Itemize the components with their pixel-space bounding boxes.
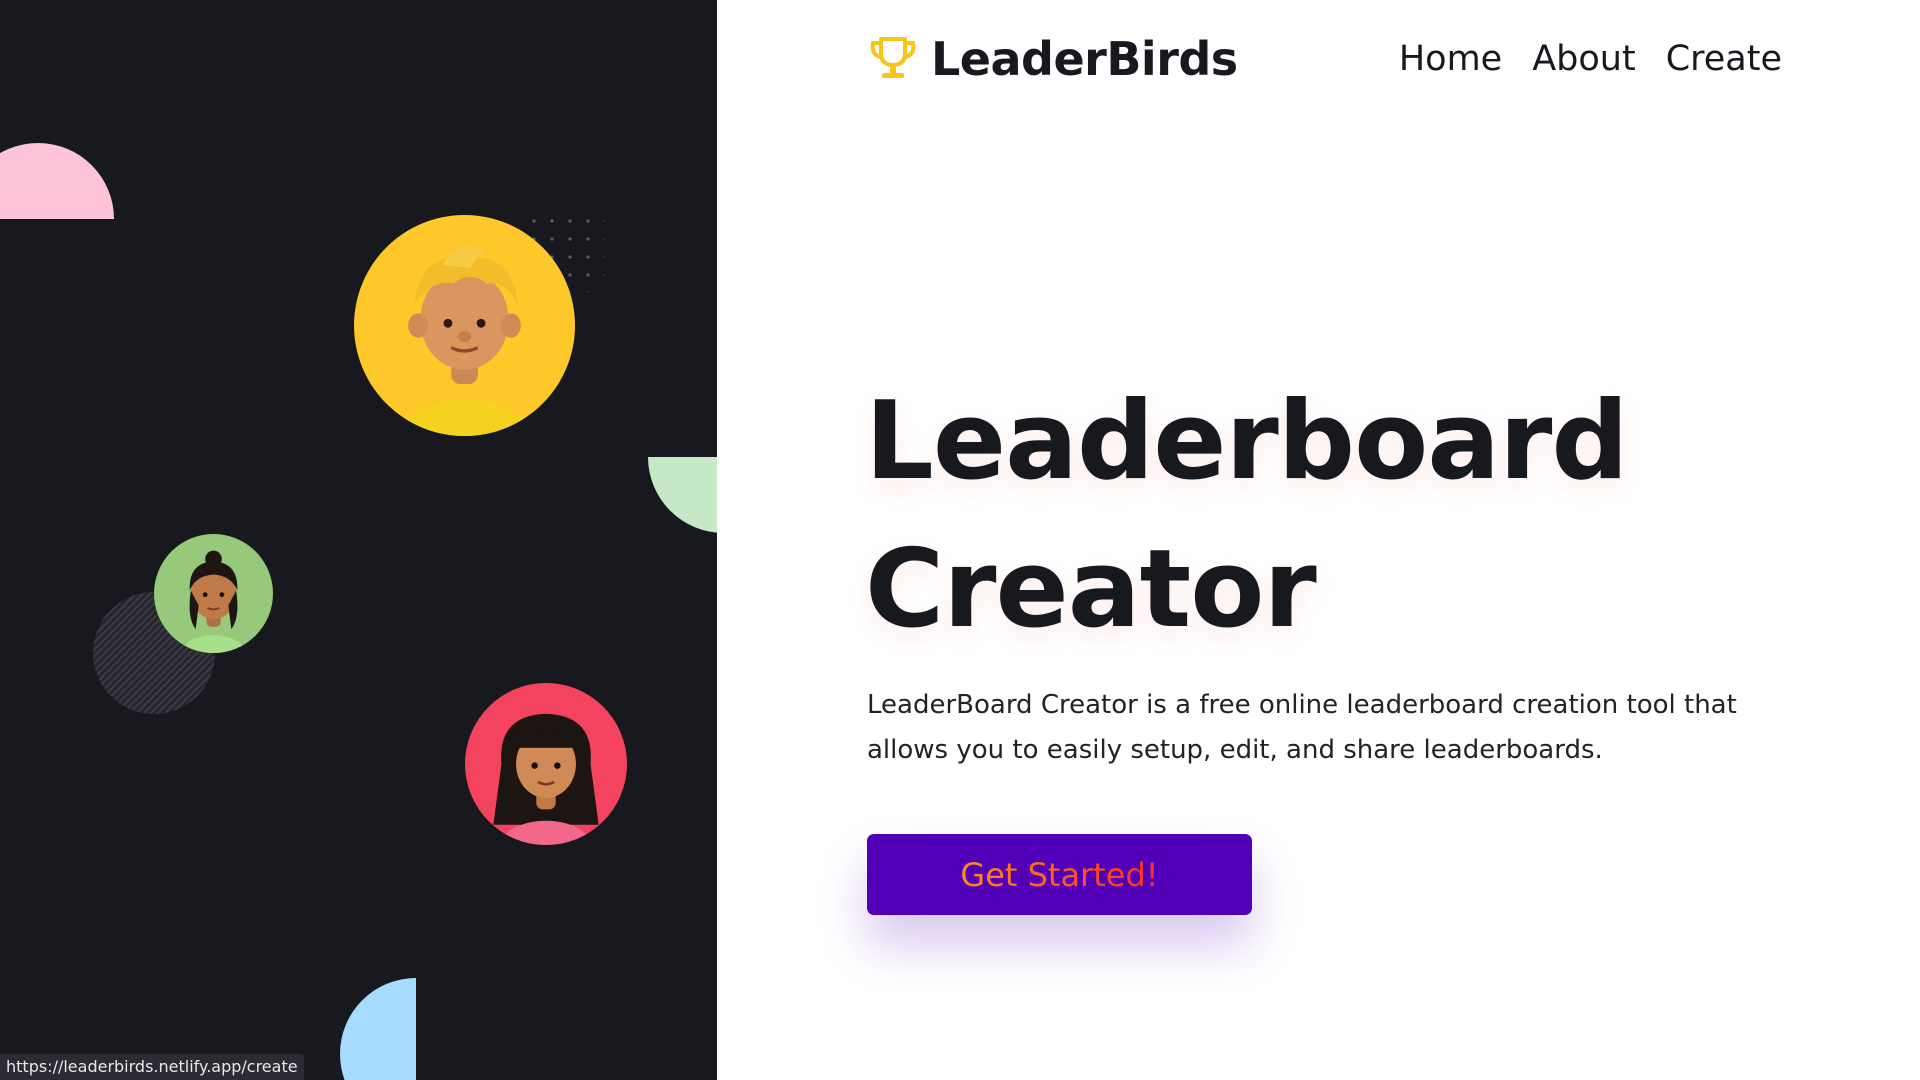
nav-create[interactable]: Create [1666,39,1782,79]
navbar: LeaderBirds Home About Create [867,22,1782,96]
hero-title-line1: Leaderboard [865,379,1629,504]
brand-name: LeaderBirds [931,32,1238,86]
get-started-button[interactable]: Get Started! [867,834,1252,915]
nav-about[interactable]: About [1532,39,1635,79]
trophy-icon [870,37,916,78]
get-started-label: Get Started! [960,855,1159,894]
hero-title: Leaderboard Creator [865,368,1765,664]
avatar-green-girl [154,534,273,653]
pink-half-circle-decoration [0,143,114,219]
nav-home[interactable]: Home [1399,39,1502,79]
illustration-panel: https://leaderbirds.netlify.app/create [0,0,717,1080]
landing-page: https://leaderbirds.netlify.app/create L… [0,0,1920,1080]
hero-description: LeaderBoard Creator is a free online lea… [867,690,1737,765]
brand-logo[interactable]: LeaderBirds [867,22,1238,96]
avatar-yellow-boy [354,215,575,436]
green-quarter-circle-decoration [648,457,717,533]
avatar-red-girl [465,683,627,845]
nav-links: Home About Create [1369,22,1782,96]
blue-half-circle-decoration [340,978,416,1080]
hero-title-line2: Creator [865,527,1317,652]
status-bar-url: https://leaderbirds.netlify.app/create [0,1054,304,1080]
